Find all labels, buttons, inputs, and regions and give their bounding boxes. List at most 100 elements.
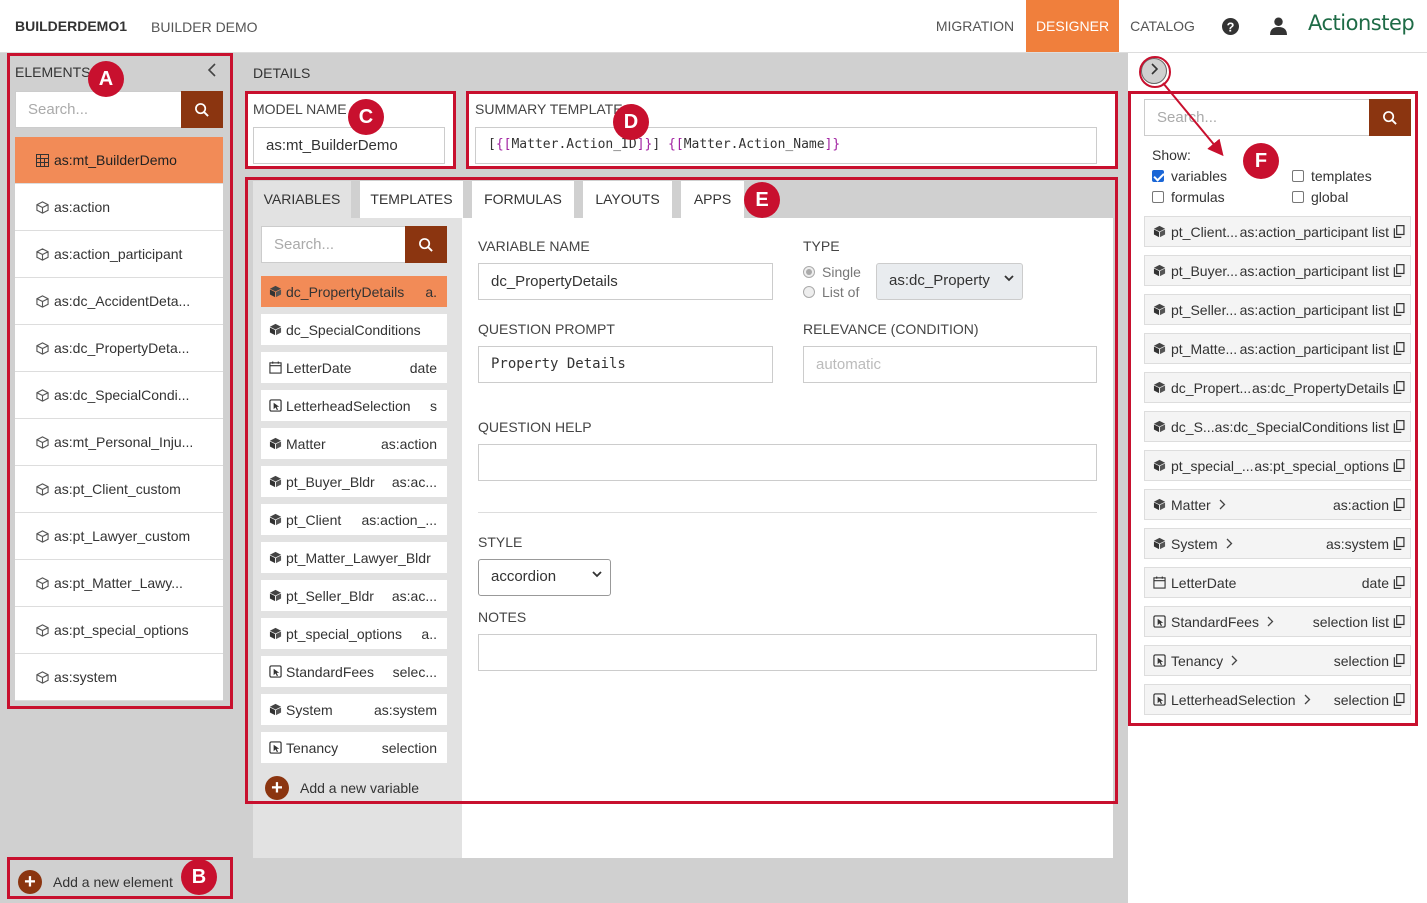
- element-list-item[interactable]: as:system: [15, 654, 223, 701]
- variable-list-item[interactable]: pt_Seller_Bldr as:ac...: [261, 580, 447, 611]
- tab-apps[interactable]: APPS: [681, 181, 744, 218]
- nav-catalog[interactable]: CATALOG: [1122, 0, 1203, 52]
- chevron-right-icon[interactable]: [1303, 694, 1311, 705]
- cube-outline-icon: [36, 670, 49, 684]
- catalog-list-item[interactable]: pt_Matte... as:action_participant list: [1144, 333, 1411, 364]
- catalog-list-item[interactable]: dc_Propert... as:dc_PropertyDetails: [1144, 372, 1411, 403]
- element-list-item[interactable]: as:pt_Matter_Lawy...: [15, 560, 223, 607]
- copy-icon[interactable]: [1393, 615, 1406, 628]
- variable-list-item[interactable]: Tenancy selection: [261, 732, 447, 763]
- catalog-search-button[interactable]: [1369, 99, 1411, 136]
- catalog-list-item[interactable]: pt_Buyer... as:action_participant list: [1144, 255, 1411, 286]
- filter-variables-checkbox[interactable]: variables: [1152, 168, 1227, 184]
- element-list-item[interactable]: as:dc_PropertyDeta...: [15, 325, 223, 372]
- nav-designer[interactable]: DESIGNER: [1026, 0, 1119, 52]
- element-list-item[interactable]: as:dc_SpecialCondi...: [15, 372, 223, 419]
- element-list-item[interactable]: as:mt_Personal_Inju...: [15, 419, 223, 466]
- question-prompt-input[interactable]: Property Details: [478, 346, 773, 383]
- variable-name-input[interactable]: dc_PropertyDetails: [478, 263, 773, 300]
- catalog-list-item[interactable]: LetterheadSelection selection: [1144, 684, 1411, 715]
- catalog-list-item[interactable]: LetterDate date: [1144, 567, 1411, 598]
- copy-icon[interactable]: [1393, 654, 1406, 667]
- catalog-item-type: as:action_participant list: [1239, 223, 1389, 240]
- style-select[interactable]: accordion: [478, 559, 611, 596]
- nav-migration[interactable]: MIGRATION: [927, 0, 1023, 52]
- element-label: as:action_participant: [54, 246, 183, 262]
- element-list-item[interactable]: as:action: [15, 184, 223, 231]
- org-name[interactable]: BUILDERDEMO1: [15, 18, 127, 34]
- catalog-list-item[interactable]: StandardFees selection list: [1144, 606, 1411, 637]
- element-list-item[interactable]: as:mt_BuilderDemo: [15, 137, 223, 184]
- variable-list-item[interactable]: LetterDate date: [261, 352, 447, 383]
- copy-icon[interactable]: [1393, 225, 1406, 238]
- question-circle-icon[interactable]: ?: [1222, 18, 1239, 38]
- tab-variables[interactable]: VARIABLES: [253, 181, 351, 218]
- variable-list-item[interactable]: LetterheadSelection s: [261, 390, 447, 421]
- variable-list-item[interactable]: dc_PropertyDetails a.: [261, 276, 447, 307]
- catalog-list-item[interactable]: pt_special_... as:pt_special_options: [1144, 450, 1411, 481]
- model-name-input[interactable]: as:mt_BuilderDemo: [253, 127, 445, 164]
- variable-list-item[interactable]: dc_SpecialConditions: [261, 314, 447, 345]
- chevron-right-icon[interactable]: [1225, 538, 1233, 549]
- catalog-list-item[interactable]: pt_Seller... as:action_participant list: [1144, 294, 1411, 325]
- copy-icon[interactable]: [1393, 342, 1406, 355]
- catalog-item-type-wrap: date: [1362, 575, 1410, 591]
- variable-list-item[interactable]: pt_Matter_Lawyer_Bldr: [261, 542, 447, 573]
- element-list-item[interactable]: as:pt_Lawyer_custom: [15, 513, 223, 560]
- user-icon[interactable]: [1270, 17, 1287, 38]
- tab-formulas[interactable]: FORMULAS: [472, 181, 574, 218]
- filter-global-checkbox[interactable]: global: [1292, 189, 1348, 205]
- chevron-right-icon[interactable]: [1266, 616, 1274, 627]
- question-help-label: QUESTION HELP: [478, 419, 592, 435]
- variables-search-button[interactable]: [405, 226, 447, 263]
- tab-templates[interactable]: TEMPLATES: [360, 181, 463, 218]
- chevron-right-icon[interactable]: [1230, 655, 1238, 666]
- relevance-input[interactable]: automatic: [803, 346, 1097, 383]
- catalog-list-item[interactable]: System as:system: [1144, 528, 1411, 559]
- cube-icon: [269, 437, 282, 450]
- variable-list-item[interactable]: System as:system: [261, 694, 447, 725]
- catalog-list-item[interactable]: Matter as:action: [1144, 489, 1411, 520]
- copy-icon[interactable]: [1393, 381, 1406, 394]
- variable-list-item[interactable]: pt_Client as:action_...: [261, 504, 447, 535]
- chevron-right-icon[interactable]: [1218, 499, 1226, 510]
- type-list-radio[interactable]: List of: [803, 284, 859, 300]
- copy-icon[interactable]: [1393, 420, 1406, 433]
- catalog-list-item[interactable]: Tenancy selection: [1144, 645, 1411, 676]
- summary-template-input[interactable]: [{[Matter.Action_ID]}] {[Matter.Action_N…: [475, 127, 1097, 164]
- element-list-item[interactable]: as:action_participant: [15, 231, 223, 278]
- copy-icon[interactable]: [1393, 264, 1406, 277]
- copy-icon[interactable]: [1393, 303, 1406, 316]
- notes-input[interactable]: [478, 634, 1097, 671]
- element-list-item[interactable]: as:pt_Client_custom: [15, 466, 223, 513]
- element-label: as:action: [54, 199, 111, 215]
- question-help-input[interactable]: [478, 444, 1097, 481]
- elements-search-button[interactable]: [181, 91, 223, 128]
- copy-icon[interactable]: [1393, 459, 1406, 472]
- copy-icon[interactable]: [1393, 537, 1406, 550]
- catalog-list-item[interactable]: dc_S... as:dc_SpecialConditions list: [1144, 411, 1411, 442]
- copy-icon[interactable]: [1393, 498, 1406, 511]
- add-element-button[interactable]: + Add a new element: [18, 870, 173, 894]
- relevance-label: RELEVANCE (CONDITION): [803, 321, 979, 337]
- add-variable-button[interactable]: + Add a new variable: [265, 776, 419, 800]
- actionstep-logo: Actionstep: [1308, 11, 1415, 35]
- copy-icon[interactable]: [1393, 693, 1406, 706]
- copy-icon[interactable]: [1393, 576, 1406, 589]
- variable-list-item[interactable]: StandardFees selec...: [261, 656, 447, 687]
- type-select[interactable]: as:dc_Property: [876, 263, 1023, 300]
- variable-list-item[interactable]: pt_special_options a..: [261, 618, 447, 649]
- variables-search-input[interactable]: Search...: [261, 226, 406, 263]
- type-single-radio[interactable]: Single: [803, 264, 861, 280]
- element-list-item[interactable]: as:dc_AccidentDeta...: [15, 278, 223, 325]
- collapse-chevron-left-icon[interactable]: [206, 61, 218, 82]
- variable-list-item[interactable]: pt_Buyer_Bldr as:ac...: [261, 466, 447, 497]
- tab-layouts[interactable]: LAYOUTS: [583, 181, 672, 218]
- filter-formulas-checkbox[interactable]: formulas: [1152, 189, 1225, 205]
- catalog-item-type-wrap: as:system: [1326, 536, 1410, 552]
- filter-templates-checkbox[interactable]: templates: [1292, 168, 1372, 184]
- catalog-list-item[interactable]: pt_Client... as:action_participant list: [1144, 216, 1411, 247]
- elements-search-input[interactable]: Search...: [15, 91, 182, 128]
- variable-list-item[interactable]: Matter as:action: [261, 428, 447, 459]
- element-list-item[interactable]: as:pt_special_options: [15, 607, 223, 654]
